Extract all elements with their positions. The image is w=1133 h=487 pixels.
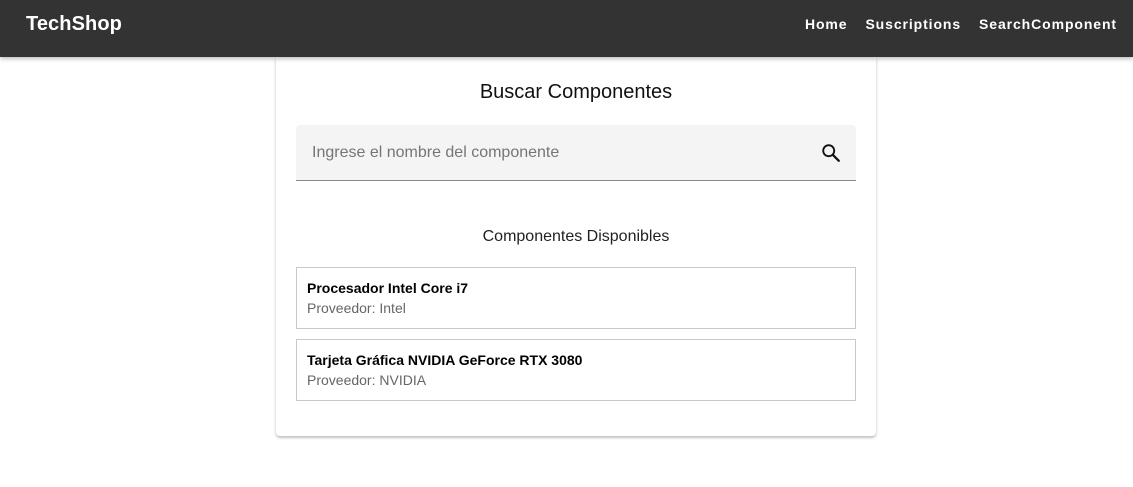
nav-home-link[interactable]: Home	[805, 16, 848, 33]
nav-search-component-link[interactable]: SearchComponent	[979, 16, 1117, 33]
search-field[interactable]	[296, 125, 856, 181]
search-input[interactable]	[296, 125, 806, 180]
top-app-bar: TechShop Home Suscriptions SearchCompone…	[0, 0, 1133, 57]
section-title: Componentes Disponibles	[482, 228, 670, 245]
component-provider: Proveedor: Intel	[307, 300, 406, 316]
page-title: Buscar Componentes	[479, 81, 673, 103]
main-nav: Home Suscriptions SearchComponent	[805, 16, 1117, 33]
component-list: Procesador Intel Core i7 Proveedor: Inte…	[296, 267, 856, 411]
component-item[interactable]: Procesador Intel Core i7 Proveedor: Inte…	[296, 267, 856, 329]
nav-suscriptions-link[interactable]: Suscriptions	[865, 16, 961, 33]
component-name: Procesador Intel Core i7	[307, 280, 469, 296]
component-name: Tarjeta Gráfica NVIDIA GeForce RTX 3080	[307, 352, 583, 368]
component-item[interactable]: Tarjeta Gráfica NVIDIA GeForce RTX 3080 …	[296, 339, 856, 401]
brand-title[interactable]: TechShop	[26, 13, 122, 36]
search-components-card: Buscar Componentes Componentes Disponibl…	[276, 57, 876, 436]
search-icon[interactable]	[820, 142, 842, 164]
component-provider: Proveedor: NVIDIA	[307, 372, 427, 388]
